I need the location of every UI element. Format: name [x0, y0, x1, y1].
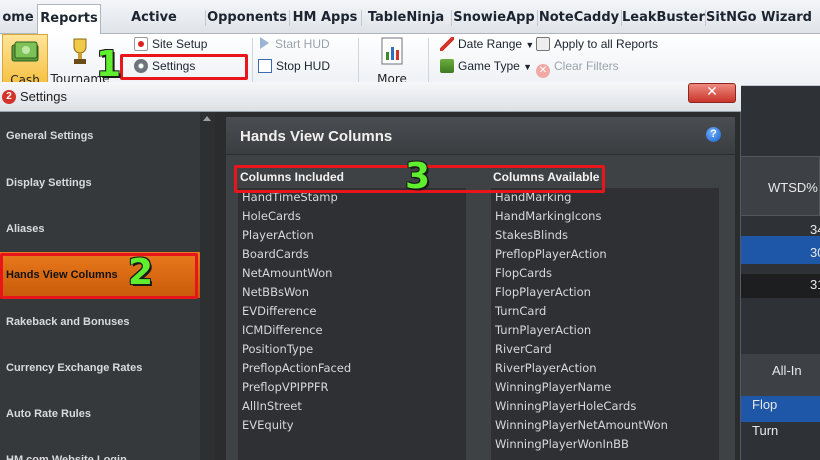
tab-hm-apps[interactable]: HM Apps: [290, 4, 360, 34]
list-item[interactable]: StakesBlinds: [495, 226, 568, 245]
list-item[interactable]: WinningPlayerNetAmountWon: [495, 416, 668, 435]
list-item[interactable]: NetAmountWon: [242, 264, 332, 283]
cash-button[interactable]: Cash: [2, 34, 48, 87]
app-icon: 2: [2, 90, 16, 104]
play-icon: [260, 37, 269, 49]
list-item[interactable]: WinningPlayerHoleCards: [495, 397, 636, 416]
list-item[interactable]: PreflopActionFaced: [242, 359, 351, 378]
more-button[interactable]: More: [372, 34, 412, 86]
game-type-dropdown[interactable]: Game Type ▼: [440, 56, 532, 76]
tab-notecaddy[interactable]: NoteCaddy: [538, 4, 620, 34]
list-item[interactable]: PreflopVPIPPFR: [242, 378, 329, 397]
site-setup-icon: [134, 37, 148, 51]
step-number-1: 1: [96, 44, 122, 85]
list-item[interactable]: PlayerAction: [242, 226, 314, 245]
nav-item-aliases[interactable]: Aliases: [0, 206, 200, 252]
site-setup-label: Site Setup: [152, 37, 208, 51]
pencil-icon: [440, 37, 454, 51]
chevron-down-icon: ▼: [525, 40, 535, 50]
tab-reports[interactable]: Reports: [37, 4, 101, 34]
list-item[interactable]: BoardCards: [242, 245, 309, 264]
tab-home[interactable]: ome: [0, 4, 36, 34]
trophy-icon: [73, 38, 87, 64]
list-item[interactable]: HandMarkingIcons: [495, 207, 601, 226]
clear-filters-button[interactable]: ✕ Clear Filters: [536, 56, 619, 78]
panel-title: Hands View Columns: [240, 128, 393, 145]
apply-all-label: Apply to all Reports: [554, 37, 659, 51]
clear-icon: ✕: [536, 64, 550, 78]
street-row-flop[interactable]: Flop: [752, 397, 820, 412]
report-icon: [381, 37, 403, 65]
list-item[interactable]: FlopCards: [495, 264, 552, 283]
panel-header: Hands View Columns ?: [226, 117, 735, 155]
wtsd-value: 30: [810, 245, 820, 260]
start-hud-label: Start HUD: [275, 37, 330, 51]
list-item[interactable]: PreflopPlayerAction: [495, 245, 607, 264]
tab-snowieapp[interactable]: SnowieApp: [452, 4, 536, 34]
wtsd-value: 34: [810, 222, 820, 237]
tab-tableninja[interactable]: TableNinja 2: [362, 4, 450, 53]
ribbon-separator: [358, 38, 359, 82]
list-item[interactable]: TurnPlayerAction: [495, 321, 591, 340]
list-item[interactable]: FlopPlayerAction: [495, 283, 591, 302]
wtsd-value: 31: [810, 277, 820, 292]
all-in-column-header[interactable]: All-In: [772, 363, 820, 378]
nav-scrollbar[interactable]: [200, 112, 215, 460]
top-tab-bar: ome Reports Active Session Opponents HM …: [0, 0, 820, 53]
cash-icon: [11, 41, 39, 62]
help-icon[interactable]: ?: [706, 127, 721, 142]
stop-hud-label: Stop HUD: [276, 59, 331, 73]
list-item[interactable]: AllInStreet: [242, 397, 302, 416]
list-item[interactable]: PositionType: [242, 340, 313, 359]
ribbon-separator: [428, 38, 429, 82]
apply-all-reports-button[interactable]: Apply to all Reports: [536, 34, 658, 54]
list-item[interactable]: RiverCard: [495, 340, 552, 359]
nav-item-hm-website-login[interactable]: HM.com Website Login: [0, 437, 200, 460]
clear-filters-label: Clear Filters: [554, 59, 619, 73]
list-item[interactable]: RiverPlayerAction: [495, 359, 597, 378]
wtsd-column-header[interactable]: WTSD%: [768, 180, 820, 195]
highlight-settings: [120, 54, 248, 80]
list-item[interactable]: HoleCards: [242, 207, 301, 226]
tab-leakbuster[interactable]: LeakBuster: [622, 4, 705, 34]
cards-icon: [440, 59, 454, 73]
list-item[interactable]: EVEquity: [242, 416, 294, 435]
start-hud-button[interactable]: Start HUD: [260, 34, 330, 54]
dialog-title: Settings: [20, 89, 67, 104]
game-type-label: Game Type: [458, 59, 520, 73]
tab-active-session[interactable]: Active Session: [104, 4, 204, 53]
list-item[interactable]: NetBBsWon: [242, 283, 309, 302]
chevron-down-icon: ▼: [523, 62, 533, 72]
list-item[interactable]: TurnCard: [495, 302, 546, 321]
date-range-dropdown[interactable]: Date Range ▼: [440, 34, 534, 54]
step-number-3: 3: [405, 156, 431, 197]
apply-icon: [536, 37, 550, 51]
columns-available-list[interactable]: HandMarking HandMarkingIcons StakesBlind…: [491, 188, 719, 460]
scroll-up-icon[interactable]: [203, 116, 211, 121]
nav-item-display-settings[interactable]: Display Settings: [0, 160, 200, 206]
nav-item-currency-exchange-rates[interactable]: Currency Exchange Rates: [0, 345, 200, 391]
stop-hud-button[interactable]: Stop HUD: [258, 56, 330, 76]
nav-item-auto-rate-rules[interactable]: Auto Rate Rules: [0, 391, 200, 437]
tab-opponents[interactable]: Opponents: [206, 4, 288, 34]
list-item[interactable]: ICMDifference: [242, 321, 323, 340]
list-item[interactable]: WinningPlayerName: [495, 378, 611, 397]
stop-icon: [258, 59, 272, 73]
dialog-title-bar[interactable]: 2 Settings ✕: [0, 82, 741, 112]
tab-sitngo-wizard[interactable]: SitNGo Wizard: [706, 4, 812, 34]
site-setup-button[interactable]: Site Setup: [134, 34, 207, 54]
highlight-hands-view-columns: [0, 253, 198, 299]
nav-item-general-settings[interactable]: General Settings: [0, 113, 200, 159]
nav-item-rakeback-and-bonuses[interactable]: Rakeback and Bonuses: [0, 299, 200, 345]
step-number-2: 2: [128, 252, 154, 293]
list-item[interactable]: WinningPlayerWonInBB: [495, 435, 629, 454]
list-item[interactable]: EVDifference: [242, 302, 316, 321]
ribbon-separator: [252, 38, 253, 82]
date-range-label: Date Range: [458, 37, 523, 51]
close-button[interactable]: ✕: [688, 83, 736, 103]
street-row-turn[interactable]: Turn: [752, 423, 820, 438]
columns-included-list[interactable]: HandTimeStamp HoleCards PlayerAction Boa…: [238, 188, 466, 460]
